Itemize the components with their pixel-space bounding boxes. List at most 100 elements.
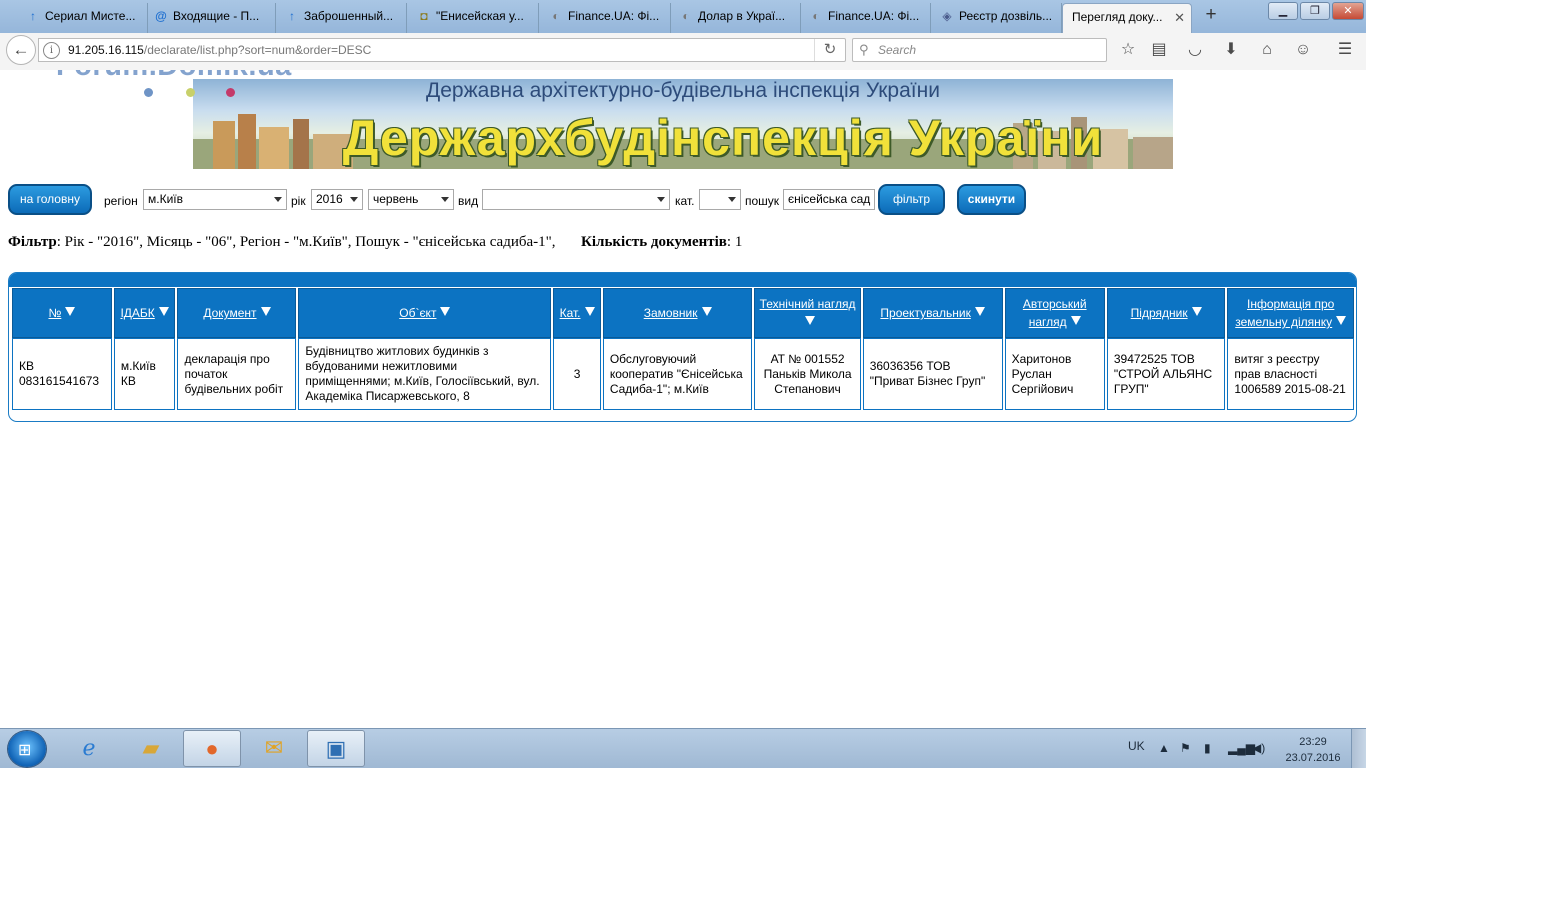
outlook-icon[interactable]: ✉ [245, 730, 303, 767]
back-arrow-icon: ← [12, 40, 30, 59]
column-header-category[interactable]: Кат. [553, 288, 601, 338]
network-signal-icon[interactable]: ▂▄▆ [1228, 741, 1255, 755]
start-button[interactable]: ⊞ [8, 731, 46, 767]
new-tab-button[interactable]: + [1200, 4, 1222, 28]
volume-icon[interactable]: ◀) [1252, 741, 1265, 755]
download-icon[interactable]: ⬇ [1220, 39, 1242, 61]
header-label[interactable]: Технічний нагляд [760, 297, 856, 311]
sort-arrow-icon[interactable] [158, 307, 169, 316]
restore-button[interactable]: ❐ [1300, 2, 1330, 20]
bookmark-star-icon[interactable]: ☆ [1117, 39, 1139, 61]
header-label[interactable]: ІДАБК [120, 306, 154, 320]
show-hidden-icons-icon[interactable]: ▲ [1158, 741, 1170, 755]
sort-arrow-icon[interactable] [440, 307, 451, 316]
mail-at-icon: @ [155, 9, 167, 23]
table-top-strip [9, 273, 1356, 287]
cell-number: КВ 083161541673 [12, 338, 112, 410]
menu-icon[interactable]: ☰ [1334, 39, 1356, 61]
sort-arrow-icon[interactable] [65, 307, 76, 316]
home-icon[interactable]: ⌂ [1256, 39, 1278, 61]
tab-4[interactable]: ◘ "Енисейская у... [411, 3, 539, 33]
finance-icon: ◐ [552, 9, 560, 23]
column-header-tech-supervision[interactable]: Технічний нагляд [754, 288, 861, 338]
tab-6[interactable]: ◐ Долар в Украї... [673, 3, 801, 33]
lync-icon[interactable]: ▣ [307, 730, 365, 767]
site-info-icon[interactable]: i [43, 42, 60, 59]
column-header-designer[interactable]: Проектувальник [862, 288, 1003, 338]
sort-arrow-icon[interactable] [260, 307, 271, 316]
upload-arrow-icon: ↑ [289, 9, 295, 23]
navigation-bar: ← i 91.205.16.115/declarate/list.php?sor… [0, 33, 1366, 71]
month-select[interactable]: червень [368, 189, 454, 210]
action-center-flag-icon[interactable]: ⚑ [1180, 741, 1191, 755]
year-select[interactable]: 2016 [311, 189, 363, 210]
firefox-icon[interactable]: ● [183, 730, 241, 767]
close-window-button[interactable]: ✕ [1332, 2, 1364, 20]
document-count-value: : 1 [726, 234, 743, 250]
header-label[interactable]: Замовник [644, 306, 698, 320]
header-label[interactable]: № [48, 306, 61, 320]
internet-explorer-icon[interactable]: ℯ [60, 730, 118, 767]
system-clock[interactable]: 23:29 23.07.2016 [1283, 734, 1343, 766]
reading-list-icon[interactable]: ▤ [1148, 39, 1170, 61]
sort-arrow-icon[interactable] [974, 307, 985, 316]
filter-button[interactable]: фільтр [878, 184, 945, 215]
pocket-icon[interactable]: ◡ [1184, 39, 1206, 61]
language-indicator[interactable]: UK [1128, 739, 1145, 753]
tab-title: "Енисейская у... [436, 9, 524, 23]
cell-land-info: витяг з реєстру прав власності 1006589 2… [1227, 338, 1354, 410]
month-value: червень [373, 192, 419, 206]
show-desktop-button[interactable] [1351, 729, 1366, 768]
address-bar[interactable]: i 91.205.16.115/declarate/list.php?sort=… [38, 38, 846, 62]
category-select[interactable] [699, 189, 741, 210]
header-label[interactable]: Кат. [560, 306, 581, 320]
column-header-author-supervision[interactable]: Авторський нагляд [1004, 288, 1105, 338]
tab-5[interactable]: ◐ Finance.UA: Фі... [543, 3, 671, 33]
header-label[interactable]: Підрядник [1131, 306, 1188, 320]
header-label[interactable]: Інформація про земельну ділянку [1235, 297, 1334, 329]
close-tab-icon[interactable]: ✕ [1174, 4, 1185, 31]
sort-arrow-icon[interactable] [804, 316, 815, 325]
sort-arrow-icon[interactable] [1191, 307, 1202, 316]
power-icon[interactable]: ▮ [1204, 741, 1211, 755]
tab-7[interactable]: ◐ Finance.UA: Фі... [803, 3, 931, 33]
tab-8[interactable]: ◈ Реєстр дозвіль... [934, 3, 1062, 33]
sort-arrow-icon[interactable] [584, 307, 595, 316]
minimize-button[interactable]: ▁ [1268, 2, 1298, 20]
column-header-contractor[interactable]: Підрядник [1106, 288, 1226, 338]
tab-3[interactable]: ↑ Заброшенный... [279, 3, 407, 33]
tab-title: Перегляд доку... [1072, 10, 1163, 24]
column-header-object[interactable]: Об`єкт [298, 288, 552, 338]
reload-icon[interactable]: ↻ [814, 39, 845, 61]
header-label[interactable]: Документ [203, 306, 256, 320]
tab-title: Реєстр дозвіль... [959, 9, 1053, 23]
header-label[interactable]: Об`єкт [399, 306, 436, 320]
windows-logo-icon: ⊞ [18, 742, 32, 759]
tab-2[interactable]: @ Входящие - П... [148, 3, 276, 33]
sort-arrow-icon[interactable] [1336, 316, 1347, 325]
clock-time: 23:29 [1299, 736, 1327, 748]
column-header-number[interactable]: № [12, 288, 112, 338]
back-button[interactable]: ← [6, 35, 36, 65]
column-header-customer[interactable]: Замовник [602, 288, 753, 338]
column-header-document[interactable]: Документ [177, 288, 297, 338]
dropdown-arrow-icon [728, 197, 736, 202]
dropdown-arrow-icon [657, 197, 665, 202]
sort-arrow-icon[interactable] [701, 307, 712, 316]
search-input[interactable]: єнісейська сад [783, 189, 875, 210]
column-header-idabk[interactable]: ІДАБК [113, 288, 176, 338]
tab-1[interactable]: ↑ Сериал Мисте... [20, 3, 148, 33]
search-bar[interactable]: ⚲ Search [852, 38, 1107, 62]
region-select[interactable]: м.Київ [143, 189, 287, 210]
column-header-land-info[interactable]: Інформація про земельну ділянку [1227, 288, 1354, 338]
browser-window: ↑ Сериал Мисте... @ Входящие - П... ↑ За… [0, 0, 1366, 768]
filter-summary-label: Фільтр [8, 234, 57, 250]
type-select[interactable] [482, 189, 670, 210]
file-explorer-icon[interactable]: ▰ [122, 730, 180, 767]
home-button[interactable]: на головну [8, 184, 92, 215]
sort-arrow-icon[interactable] [1070, 316, 1081, 325]
tab-active[interactable]: Перегляд доку... ✕ [1062, 3, 1192, 34]
smiley-icon[interactable]: ☺ [1292, 39, 1314, 61]
header-label[interactable]: Проектувальник [880, 306, 970, 320]
reset-button[interactable]: скинути [957, 184, 1026, 215]
